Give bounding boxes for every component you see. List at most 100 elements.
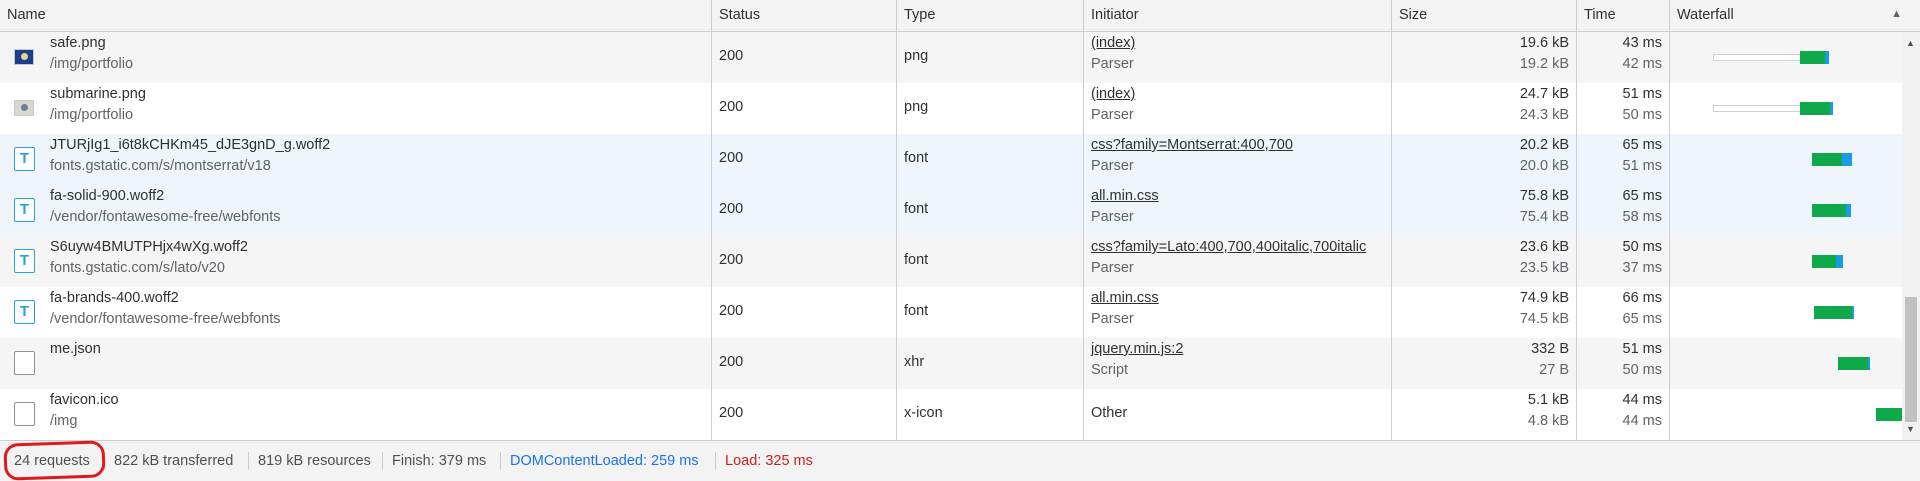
- time-cell: 50 ms 37 ms: [1577, 236, 1670, 287]
- status-code: 200: [719, 201, 744, 217]
- table-row[interactable]: T fa-brands-400.woff2 /vendor/fontawesom…: [0, 287, 1920, 338]
- type-cell: png: [897, 32, 1084, 83]
- status-cell: 200: [712, 83, 897, 134]
- table-row[interactable]: me.json 200 xhr jquery.min.js:2 Script 3…: [0, 338, 1920, 389]
- time-total: 51 ms: [1622, 86, 1663, 102]
- table-header: Name Status Type Initiator Size Time Wat…: [0, 0, 1920, 32]
- resource-type: xhr: [904, 354, 925, 370]
- sort-ascending-icon[interactable]: ▲: [1891, 0, 1902, 29]
- request-name: S6uyw4BMUTPHjx4wXg.woff2: [50, 239, 248, 255]
- column-header-initiator[interactable]: Initiator: [1084, 0, 1392, 31]
- vertical-scrollbar[interactable]: ▲ ▼: [1902, 32, 1920, 440]
- column-header-waterfall[interactable]: Waterfall ▲: [1670, 0, 1920, 31]
- finish-time: Finish: 379 ms: [392, 453, 487, 469]
- summary-bar: 24 requests 822 kB transferred 819 kB re…: [0, 440, 1920, 481]
- document-icon: [14, 402, 35, 426]
- table-row[interactable]: submarine.png /img/portfolio 200 png (in…: [0, 83, 1920, 134]
- waterfall-cell: [1672, 185, 1902, 236]
- waterfall-content-bar: [1846, 204, 1851, 217]
- size-transferred: 24.7 kB: [1519, 86, 1569, 102]
- time-cell: 65 ms 51 ms: [1577, 134, 1670, 185]
- table-row[interactable]: favicon.ico /img 200 x-icon Other 5.1 kB…: [0, 389, 1920, 440]
- initiator-link[interactable]: jquery.min.js:2: [1091, 341, 1183, 357]
- time-total: 43 ms: [1622, 35, 1663, 51]
- status-code: 200: [719, 99, 744, 115]
- name-cell: T fa-solid-900.woff2 /vendor/fontawesome…: [0, 185, 712, 236]
- time-latency: 65 ms: [1622, 311, 1663, 327]
- size-resource: 19.2 kB: [1519, 56, 1569, 72]
- status-code: 200: [719, 405, 744, 421]
- resource-type: font: [904, 201, 929, 217]
- initiator-link[interactable]: css?family=Montserrat:400,700: [1091, 137, 1293, 153]
- request-name: favicon.ico: [50, 392, 119, 408]
- time-total: 44 ms: [1622, 392, 1663, 408]
- status-cell: 200: [712, 338, 897, 389]
- initiator-link[interactable]: all.min.css: [1091, 188, 1159, 204]
- name-cell: submarine.png /img/portfolio: [0, 83, 712, 134]
- waterfall-header-label: Waterfall: [1677, 7, 1734, 23]
- waterfall-cell: [1672, 32, 1902, 83]
- table-row[interactable]: T S6uyw4BMUTPHjx4wXg.woff2 fonts.gstatic…: [0, 236, 1920, 287]
- column-header-time[interactable]: Time: [1577, 0, 1670, 31]
- table-row[interactable]: T JTURjIg1_i6t8kCHKm45_dJE3gnD_g.woff2 f…: [0, 134, 1920, 185]
- request-path: fonts.gstatic.com/s/lato/v20: [50, 260, 225, 276]
- waterfall-queue-bar: [1713, 54, 1801, 61]
- size-transferred: 5.1 kB: [1527, 392, 1569, 408]
- initiator-link[interactable]: css?family=Lato:400,700,400italic,700ita…: [1091, 239, 1366, 255]
- time-cell: 51 ms 50 ms: [1577, 83, 1670, 134]
- column-header-status[interactable]: Status: [712, 0, 897, 31]
- status-code: 200: [719, 303, 744, 319]
- size-transferred: 74.9 kB: [1519, 290, 1569, 306]
- time-total: 50 ms: [1622, 239, 1663, 255]
- initiator-type: Parser: [1091, 209, 1134, 225]
- size-resource: 27 B: [1539, 362, 1569, 378]
- time-latency: 50 ms: [1622, 107, 1663, 123]
- scroll-down-arrow-icon[interactable]: ▼: [1906, 424, 1915, 434]
- initiator-cell: all.min.css Parser: [1084, 185, 1392, 236]
- table-row[interactable]: safe.png /img/portfolio 200 png (index) …: [0, 32, 1920, 83]
- waterfall-content-bar: [1830, 102, 1833, 115]
- time-cell: 66 ms 65 ms: [1577, 287, 1670, 338]
- initiator-link[interactable]: (index): [1091, 35, 1135, 51]
- initiator-link: Other: [1091, 405, 1128, 421]
- time-total: 65 ms: [1622, 137, 1663, 153]
- column-header-type[interactable]: Type: [897, 0, 1084, 31]
- table-row[interactable]: T fa-solid-900.woff2 /vendor/fontawesome…: [0, 185, 1920, 236]
- size-resource: 4.8 kB: [1527, 413, 1569, 429]
- resource-type: png: [904, 99, 929, 115]
- waterfall-download-bar: [1838, 357, 1868, 370]
- size-resource: 75.4 kB: [1519, 209, 1569, 225]
- request-path: /img/portfolio: [50, 107, 134, 123]
- dom-content-loaded-time: DOMContentLoaded: 259 ms: [510, 453, 699, 469]
- size-cell: 74.9 kB 74.5 kB: [1392, 287, 1577, 338]
- time-total: 51 ms: [1622, 341, 1663, 357]
- network-request-table: Name Status Type Initiator Size Time Wat…: [0, 0, 1920, 440]
- name-cell: T S6uyw4BMUTPHjx4wXg.woff2 fonts.gstatic…: [0, 236, 712, 287]
- name-cell: safe.png /img/portfolio: [0, 32, 712, 83]
- waterfall-content-bar: [1825, 51, 1829, 64]
- initiator-link[interactable]: all.min.css: [1091, 290, 1159, 306]
- scrollbar-thumb[interactable]: [1905, 297, 1917, 422]
- status-cell: 200: [712, 32, 897, 83]
- request-name: JTURjIg1_i6t8kCHKm45_dJE3gnD_g.woff2: [50, 137, 331, 153]
- request-name: fa-solid-900.woff2: [50, 188, 165, 204]
- initiator-link[interactable]: (index): [1091, 86, 1135, 102]
- time-cell: 44 ms 44 ms: [1577, 389, 1670, 440]
- size-transferred: 20.2 kB: [1519, 137, 1569, 153]
- waterfall-content-bar: [1836, 255, 1843, 268]
- waterfall-download-bar: [1800, 51, 1825, 64]
- initiator-type: Parser: [1091, 56, 1134, 72]
- status-code: 200: [719, 48, 744, 64]
- type-cell: xhr: [897, 338, 1084, 389]
- initiator-cell: (index) Parser: [1084, 32, 1392, 83]
- size-transferred: 75.8 kB: [1519, 188, 1569, 204]
- time-latency: 44 ms: [1622, 413, 1663, 429]
- column-header-name[interactable]: Name: [0, 0, 712, 31]
- annotation-circle: [3, 440, 106, 481]
- waterfall-cell: [1672, 389, 1902, 440]
- scroll-up-arrow-icon[interactable]: ▲: [1906, 38, 1915, 48]
- waterfall-download-bar: [1812, 153, 1842, 166]
- column-header-size[interactable]: Size: [1392, 0, 1577, 31]
- transferred-size: 822 kB transferred: [114, 453, 234, 469]
- time-latency: 37 ms: [1622, 260, 1663, 276]
